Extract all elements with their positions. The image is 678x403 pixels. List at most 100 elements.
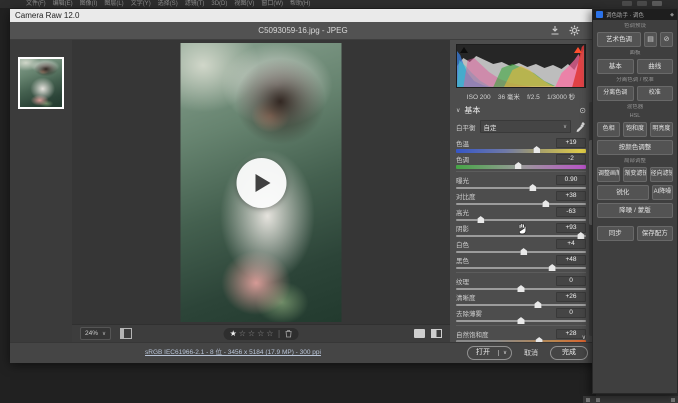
collapse-chevron-icon[interactable]: ∨ (456, 107, 460, 114)
menu-item[interactable]: 图层(L) (104, 1, 123, 8)
trash-icon[interactable] (284, 329, 292, 338)
slider-knob[interactable] (533, 146, 540, 153)
slider-value[interactable]: +4 (556, 239, 586, 249)
save-image-icon[interactable] (550, 25, 560, 36)
disable-preset-icon[interactable]: ⊘ (660, 32, 673, 47)
sharpen-button[interactable]: 锐化 (597, 185, 649, 200)
denoise-mask-button[interactable]: 降噪 / 蒙版 (597, 203, 673, 218)
slider-knob[interactable] (515, 162, 522, 169)
luminance-button[interactable]: 明亮度 (650, 122, 673, 137)
filmstrip-thumbnail[interactable] (18, 57, 64, 109)
menu-item[interactable]: 文件(F) (26, 1, 46, 8)
star-filled-icon[interactable]: ★ (230, 329, 237, 339)
settings-gear-icon[interactable] (569, 25, 580, 36)
slider-value[interactable]: 0.90 (556, 175, 586, 185)
white-balance-eyedropper-icon[interactable] (575, 121, 586, 132)
slider-track[interactable] (456, 149, 586, 153)
menu-item[interactable]: 3D(D) (211, 1, 227, 8)
slider-value[interactable]: +93 (556, 223, 586, 233)
histogram[interactable] (456, 44, 586, 88)
saturation-button[interactable]: 饱和度 (623, 122, 646, 137)
workflow-options-link[interactable]: sRGB IEC61966-2.1 - 8 位 - 3456 x 5184 (1… (50, 343, 416, 363)
slider-value[interactable]: +26 (556, 292, 586, 302)
slider-knob[interactable] (477, 216, 484, 223)
dialog-titlebar[interactable]: Camera Raw 12.0 (10, 9, 596, 22)
sync-button[interactable]: 同步 (597, 226, 634, 241)
highlight-clipping-icon[interactable] (574, 47, 582, 53)
menu-item[interactable]: 图像(I) (80, 1, 98, 8)
open-button-label[interactable]: 打开 (468, 347, 498, 359)
slider-track[interactable] (456, 288, 586, 290)
play-button-overlay[interactable] (236, 158, 286, 208)
calibration-button[interactable]: 校准 (637, 86, 674, 101)
white-balance-select[interactable]: 自定 ∨ (480, 120, 572, 133)
slider-value[interactable]: +48 (556, 255, 586, 265)
star-empty-icon[interactable]: ☆ (239, 329, 246, 339)
preview-image[interactable] (181, 43, 342, 322)
slider-row-6: 白色+4 (456, 239, 586, 255)
cancel-button[interactable]: 取消 (520, 348, 542, 358)
menu-item[interactable]: 视图(V) (234, 1, 254, 8)
menu-item[interactable]: 文字(Y) (131, 1, 151, 8)
slider-knob[interactable] (518, 317, 525, 324)
slider-knob[interactable] (520, 248, 527, 255)
slider-value[interactable]: -63 (556, 207, 586, 217)
scroll-down-chevron-icon[interactable]: ∨ (582, 334, 586, 341)
slider-row-10: 去除薄雾0 (456, 308, 586, 324)
save-recipe-button[interactable]: 保存配方 (637, 226, 674, 241)
radial-filter-button[interactable]: 径向滤镜 (650, 167, 673, 182)
open-split-button[interactable]: 打开 ∨ (467, 346, 512, 360)
star-empty-icon[interactable]: ☆ (266, 329, 273, 339)
pin-icon[interactable]: ◆ (670, 12, 674, 18)
slider-knob[interactable] (542, 200, 549, 207)
shadow-clipping-icon[interactable] (460, 47, 468, 53)
menu-item[interactable]: 编辑(E) (53, 1, 73, 8)
curve-button[interactable]: 曲线 (637, 59, 674, 74)
plugin-titlebar[interactable]: 调色助手 · 调色 ◆ (593, 9, 677, 20)
basic-section-header[interactable]: ∨ 基本 ⊙ (456, 105, 586, 116)
slider-value[interactable]: +19 (556, 138, 586, 148)
filmstrip-toggle-icon[interactable] (120, 328, 132, 339)
split-tone-button[interactable]: 分离色调 (597, 86, 634, 101)
menu-item[interactable]: 选择(S) (158, 1, 178, 8)
slider-track[interactable] (456, 304, 586, 306)
slider-knob[interactable] (518, 285, 525, 292)
slider-track[interactable] (456, 165, 586, 169)
slider-track[interactable] (456, 267, 586, 269)
zoom-level-select[interactable]: 24% ∨ (80, 327, 111, 340)
slider-track[interactable] (456, 251, 586, 253)
menu-item[interactable]: 滤镜(T) (185, 1, 205, 8)
graduated-filter-button[interactable]: 渐变滤镜 (623, 167, 646, 182)
adjustment-brush-button[interactable]: 调整画笔 (597, 167, 620, 182)
preset-select-button[interactable]: 艺术色调 (597, 32, 641, 47)
star-rating[interactable]: ★☆☆☆☆ (224, 328, 299, 340)
menu-item[interactable]: 窗口(W) (261, 1, 283, 8)
before-after-view-icon[interactable] (431, 329, 442, 338)
save-preset-icon[interactable]: ▤ (644, 32, 657, 47)
slider-track[interactable] (456, 320, 586, 322)
slider-knob[interactable] (577, 232, 584, 239)
slider-value[interactable]: +38 (556, 191, 586, 201)
window-controls[interactable] (622, 1, 662, 6)
slider-value[interactable]: 0 (556, 276, 586, 286)
slider-value[interactable]: 0 (556, 308, 586, 318)
star-empty-icon[interactable]: ☆ (248, 329, 255, 339)
ai-denoise-button[interactable]: AI降噪 (652, 185, 673, 200)
preview-toggle-icon[interactable] (414, 329, 425, 338)
slider-knob[interactable] (529, 184, 536, 191)
slider-track[interactable] (456, 203, 586, 205)
basic-button[interactable]: 基本 (597, 59, 634, 74)
slider-track[interactable] (456, 219, 586, 221)
slider-knob[interactable] (549, 264, 556, 271)
eye-toggle-icon[interactable]: ⊙ (579, 106, 586, 115)
slider-value[interactable]: -2 (556, 154, 586, 164)
hue-button[interactable]: 色相 (597, 122, 620, 137)
star-empty-icon[interactable]: ☆ (257, 329, 264, 339)
done-button[interactable]: 完成 (550, 346, 588, 360)
filmstrip (10, 40, 72, 342)
adjust-by-color-button[interactable]: 按颜色调整 (597, 140, 673, 155)
slider-track[interactable] (456, 187, 586, 189)
open-options-chevron-icon[interactable]: ∨ (498, 350, 511, 356)
slider-knob[interactable] (534, 301, 541, 308)
menu-item[interactable]: 帮助(H) (290, 1, 310, 8)
